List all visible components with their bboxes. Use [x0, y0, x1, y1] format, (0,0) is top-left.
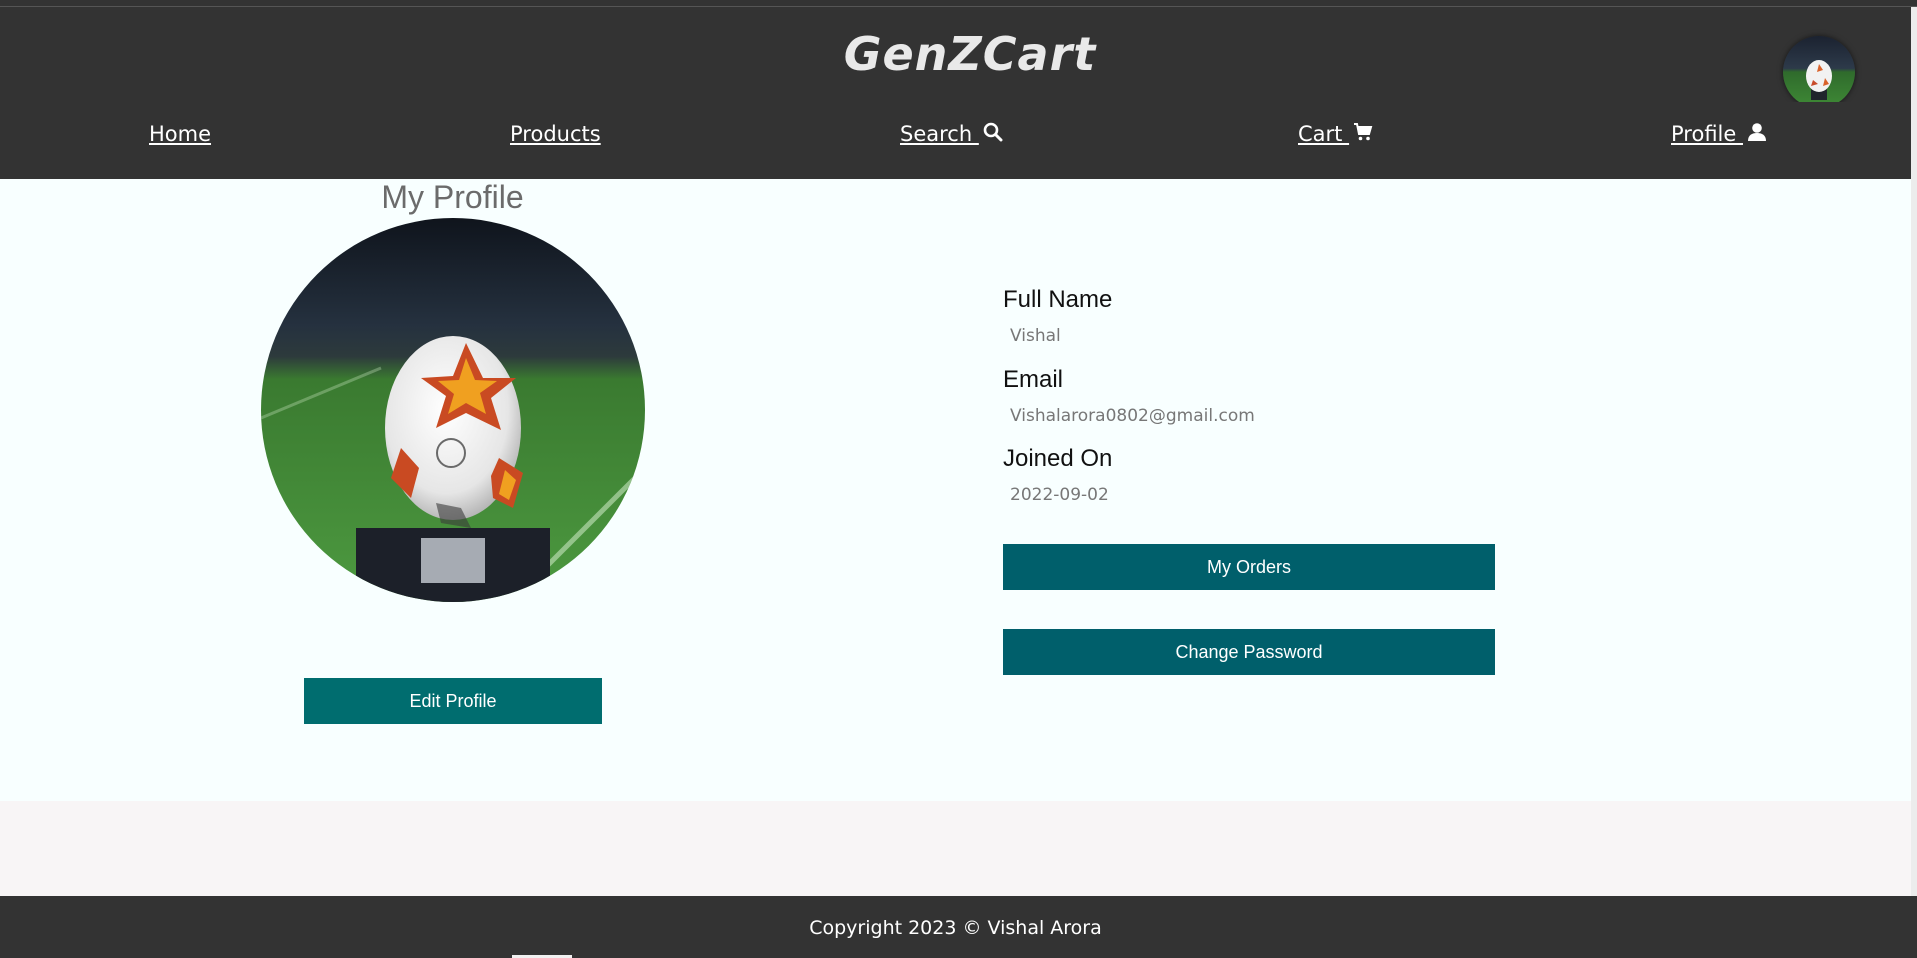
nav-cart-link[interactable]: Cart	[1298, 122, 1373, 146]
brand-logo-text[interactable]: GenZCart	[0, 27, 1917, 81]
cart-icon	[1354, 123, 1373, 141]
header-avatar[interactable]	[1783, 36, 1855, 108]
soccer-ball-image	[261, 218, 645, 602]
nav-search-link[interactable]: Search	[900, 122, 1003, 146]
edit-profile-button[interactable]: Edit Profile	[304, 678, 602, 724]
window-top-border	[0, 0, 1917, 7]
my-orders-button[interactable]: My Orders	[1003, 544, 1495, 590]
spacer-band	[0, 801, 1911, 896]
nav-profile-link[interactable]: Profile	[1671, 122, 1767, 146]
avatar-soccer-ball-image	[1783, 36, 1855, 108]
copyright-text: Copyright 2023 © Vishal Arora	[809, 917, 1102, 939]
profile-section: My Profile Edit Profile Full Name Vishal…	[0, 179, 1911, 801]
user-icon	[1747, 123, 1766, 141]
site-footer: Copyright 2023 © Vishal Arora	[0, 896, 1917, 958]
site-header: GenZCart	[0, 7, 1911, 102]
full-name-value: Vishal	[1010, 326, 1061, 346]
page-title: My Profile	[381, 179, 524, 215]
vertical-scrollbar[interactable]	[1911, 7, 1917, 896]
joined-on-label: Joined On	[1003, 445, 1113, 472]
profile-photo	[261, 218, 645, 602]
search-icon	[983, 122, 1003, 142]
nav-home-link[interactable]: Home	[149, 122, 211, 146]
email-value: Vishalarora0802@gmail.com	[1010, 406, 1255, 426]
change-password-button[interactable]: Change Password	[1003, 629, 1495, 675]
nav-products-link[interactable]: Products	[510, 122, 601, 146]
page: GenZCart Home Products Search Cart Profi…	[0, 0, 1917, 958]
joined-on-value: 2022-09-02	[1010, 485, 1109, 505]
main-nav: Home Products Search Cart Profile	[0, 102, 1911, 179]
full-name-label: Full Name	[1003, 286, 1113, 313]
email-label: Email	[1003, 366, 1064, 393]
